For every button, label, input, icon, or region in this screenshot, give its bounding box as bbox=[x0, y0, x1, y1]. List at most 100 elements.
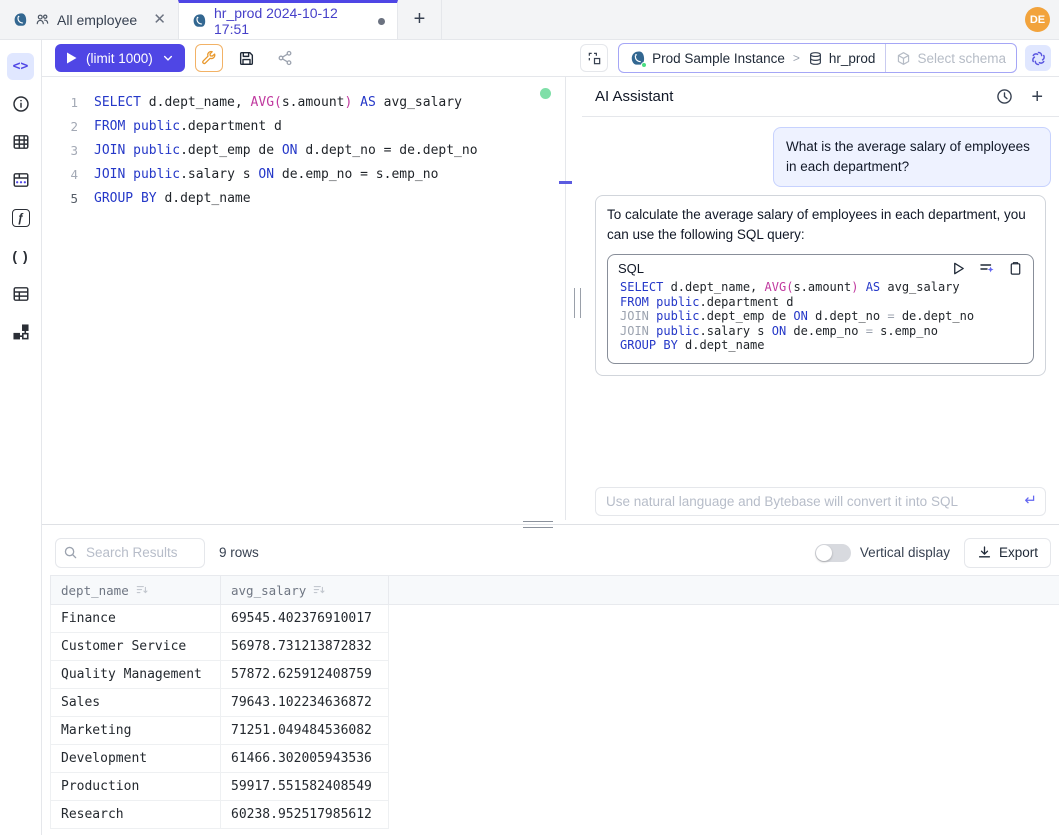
cell-avg-salary[interactable]: 69545.402376910017 bbox=[221, 605, 389, 633]
insert-into-editor-icon[interactable] bbox=[979, 260, 995, 276]
assistant-reply-card: To calculate the average salary of emplo… bbox=[595, 195, 1046, 376]
sidebar-item-tables[interactable] bbox=[0, 123, 42, 161]
cell-dept-name[interactable]: Customer Service bbox=[51, 633, 221, 661]
run-sql-icon[interactable] bbox=[951, 261, 966, 276]
instance-segment[interactable]: Prod Sample Instance > hr_prod bbox=[629, 50, 885, 67]
table-row[interactable]: Customer Service56978.731213872832 bbox=[51, 633, 389, 661]
instance-online-dot bbox=[641, 62, 647, 68]
cell-avg-salary[interactable]: 61466.302005943536 bbox=[221, 745, 389, 773]
table-row[interactable]: Marketing71251.049484536082 bbox=[51, 717, 389, 745]
panel-resize-handle-horizontal[interactable] bbox=[523, 521, 553, 528]
instance-name: Prod Sample Instance bbox=[652, 51, 785, 66]
save-sheet-button[interactable] bbox=[233, 44, 261, 72]
unsaved-indicator-dot bbox=[378, 18, 385, 25]
search-results-wrapper bbox=[55, 538, 205, 568]
table-row[interactable]: Sales79643.102234636872 bbox=[51, 689, 389, 717]
chevron-down-icon bbox=[162, 52, 174, 64]
sidebar-item-tables-secondary[interactable] bbox=[0, 275, 42, 313]
code-line: 3JOIN public.dept_emp de ON d.dept_no = … bbox=[42, 138, 565, 162]
cell-dept-name[interactable]: Quality Management bbox=[51, 661, 221, 689]
cell-dept-name[interactable]: Marketing bbox=[51, 717, 221, 745]
line-number: 2 bbox=[42, 119, 78, 134]
table-row[interactable]: Research60238.952517985612 bbox=[51, 801, 389, 829]
sidebar-item-schema-diagram[interactable] bbox=[0, 313, 42, 351]
cell-dept-name[interactable]: Development bbox=[51, 745, 221, 773]
vertical-display-toggle[interactable] bbox=[815, 544, 851, 562]
database-name: hr_prod bbox=[829, 51, 876, 66]
user-message-bubble: What is the average salary of employees … bbox=[773, 127, 1051, 187]
sql-code-editor[interactable]: 1SELECT d.dept_name, AVG(s.amount) AS av… bbox=[42, 77, 565, 520]
table-row[interactable]: Quality Management57872.625912408759 bbox=[51, 661, 389, 689]
tab-label: hr_prod 2024-10-12 17:51 bbox=[214, 5, 369, 37]
code-line: 5GROUP BY d.dept_name bbox=[42, 186, 565, 210]
share-button[interactable] bbox=[271, 44, 299, 72]
cell-avg-salary[interactable]: 56978.731213872832 bbox=[221, 633, 389, 661]
row-count-label: 9 rows bbox=[219, 545, 259, 560]
vertical-divider bbox=[565, 77, 566, 520]
panel-resize-handle-vertical[interactable] bbox=[574, 288, 581, 318]
line-number: 1 bbox=[42, 95, 78, 110]
cell-avg-salary[interactable]: 59917.551582408549 bbox=[221, 773, 389, 801]
cell-dept-name[interactable]: Production bbox=[51, 773, 221, 801]
sql-block-line: SELECT d.dept_name, AVG(s.amount) AS avg… bbox=[620, 280, 1023, 295]
code-line: 1SELECT d.dept_name, AVG(s.amount) AS av… bbox=[42, 90, 565, 114]
plus-icon: + bbox=[414, 8, 426, 31]
column-label: dept_name bbox=[61, 583, 129, 598]
share-icon bbox=[277, 50, 293, 66]
copy-icon[interactable] bbox=[1008, 261, 1023, 276]
sidebar-item-code-editor[interactable]: <> bbox=[0, 47, 42, 85]
history-clock-icon[interactable] bbox=[996, 88, 1013, 105]
postgres-icon bbox=[629, 50, 646, 67]
table-row[interactable]: Finance69545.402376910017 bbox=[51, 605, 389, 633]
ai-panel-title: AI Assistant bbox=[595, 88, 673, 105]
code-line: 4JOIN public.salary s ON de.emp_no = s.e… bbox=[42, 162, 565, 186]
schema-selector[interactable]: Select schema bbox=[886, 51, 1016, 66]
tab-all-employee[interactable]: All employee ✕ bbox=[0, 0, 178, 39]
sidebar-item-snippets[interactable]: ( ) bbox=[0, 237, 42, 275]
header-filler bbox=[389, 576, 1059, 604]
table-row[interactable]: Production59917.551582408549 bbox=[51, 773, 389, 801]
sql-block-line: FROM public.department d bbox=[620, 295, 1023, 310]
cell-avg-salary[interactable]: 71251.049484536082 bbox=[221, 717, 389, 745]
admin-wrench-button[interactable] bbox=[195, 44, 223, 72]
cell-dept-name[interactable]: Finance bbox=[51, 605, 221, 633]
format-sql-button[interactable] bbox=[580, 44, 608, 72]
save-floppy-icon bbox=[238, 50, 255, 67]
cell-dept-name[interactable]: Research bbox=[51, 801, 221, 829]
cell-dept-name[interactable]: Sales bbox=[51, 689, 221, 717]
ai-assistant-toggle-button[interactable] bbox=[1025, 45, 1051, 71]
column-header-dept-name[interactable]: dept_name bbox=[51, 576, 221, 604]
cell-avg-salary[interactable]: 57872.625912408759 bbox=[221, 661, 389, 689]
query-results-panel: 9 rows Vertical display Export dept_name… bbox=[42, 530, 1059, 835]
editor-scroll-thumb[interactable] bbox=[559, 181, 572, 184]
table-icon bbox=[12, 133, 30, 151]
sidebar-item-worksheets[interactable] bbox=[0, 161, 42, 199]
table-row[interactable]: Development61466.302005943536 bbox=[51, 745, 389, 773]
ai-panel-header: AI Assistant + bbox=[582, 77, 1059, 117]
cell-avg-salary[interactable]: 79643.102234636872 bbox=[221, 689, 389, 717]
code-text: GROUP BY d.dept_name bbox=[94, 191, 251, 206]
postgres-icon bbox=[191, 13, 207, 29]
code-text: FROM public.department d bbox=[94, 119, 282, 134]
tab-close-icon[interactable]: ✕ bbox=[153, 12, 166, 27]
ai-prompt-input[interactable] bbox=[595, 487, 1046, 516]
download-icon bbox=[977, 545, 992, 560]
new-chat-plus-icon[interactable]: + bbox=[1031, 87, 1043, 107]
connection-selector[interactable]: Prod Sample Instance > hr_prod Select sc… bbox=[618, 43, 1017, 73]
new-tab-button[interactable]: + bbox=[398, 0, 442, 39]
editor-lines: 1SELECT d.dept_name, AVG(s.amount) AS av… bbox=[42, 90, 565, 210]
export-button[interactable]: Export bbox=[964, 538, 1051, 568]
connection-healthy-dot bbox=[540, 88, 551, 99]
sql-block-line: JOIN public.dept_emp de ON d.dept_no = d… bbox=[620, 309, 1023, 324]
sidebar-item-info[interactable] bbox=[0, 85, 42, 123]
user-avatar[interactable]: DE bbox=[1025, 7, 1050, 32]
toggle-knob bbox=[816, 545, 832, 561]
tab-hr-prod[interactable]: hr_prod 2024-10-12 17:51 bbox=[178, 0, 398, 39]
export-label: Export bbox=[999, 545, 1038, 560]
cell-avg-salary[interactable]: 60238.952517985612 bbox=[221, 801, 389, 829]
sidebar-item-functions[interactable]: ƒ bbox=[0, 199, 42, 237]
column-header-avg-salary[interactable]: avg_salary bbox=[221, 576, 389, 604]
run-query-button[interactable]: (limit 1000) bbox=[55, 44, 185, 72]
tabbar-spacer bbox=[442, 0, 1025, 39]
sort-icon bbox=[313, 584, 325, 596]
